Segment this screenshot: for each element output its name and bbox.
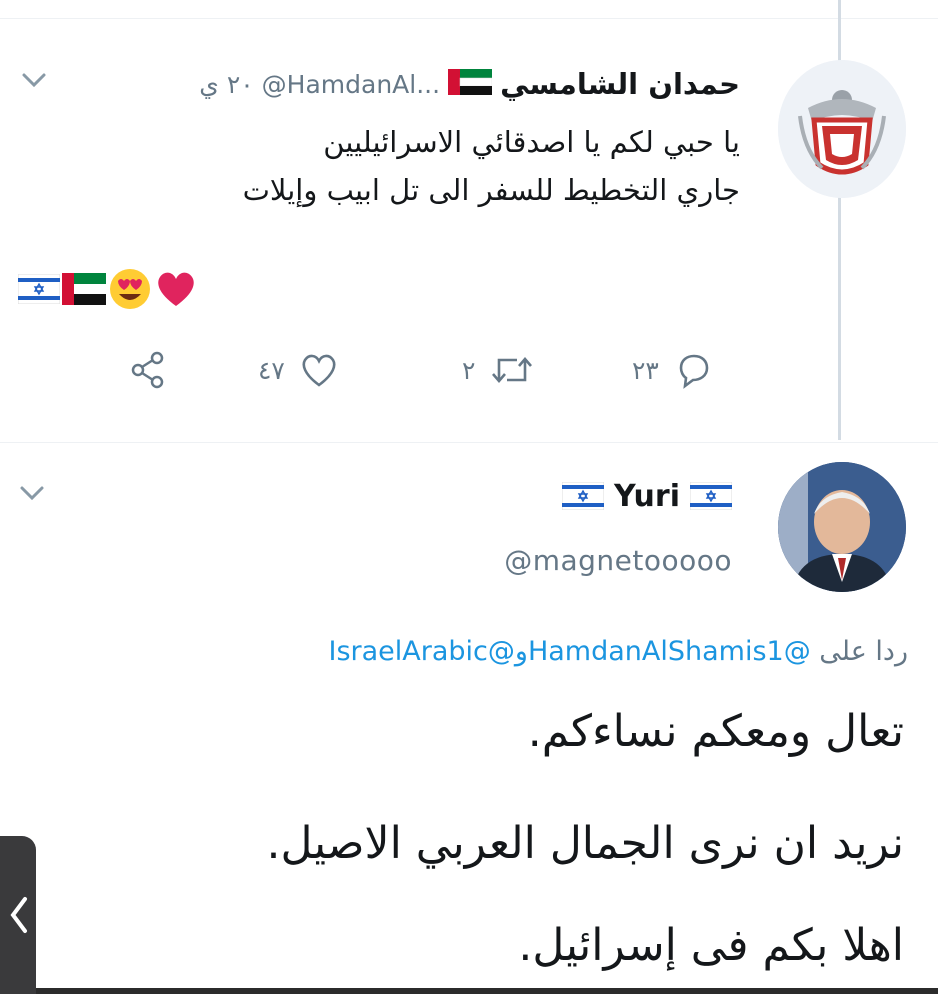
reply-button[interactable]: ٢٣ <box>632 348 713 392</box>
author-name[interactable]: Yuri <box>614 479 680 514</box>
reply-prefix: ردا على <box>819 636 908 667</box>
reply-joiner: و <box>514 636 528 667</box>
uae-flag-icon <box>62 273 106 305</box>
emblem-icon <box>778 60 906 198</box>
tweet-text-line: نريد ان نرى الجمال العربي الاصيل. <box>266 818 904 869</box>
like-button[interactable]: ٤٧ <box>258 348 339 392</box>
bottom-edge <box>36 988 938 994</box>
chevron-down-icon[interactable] <box>20 70 48 90</box>
author-handle[interactable]: @magnetooooo <box>504 544 732 577</box>
retweet-count: ٢ <box>462 355 476 385</box>
israel-flag-icon <box>18 274 60 304</box>
share-button[interactable] <box>130 348 166 392</box>
israel-flag-icon <box>690 482 732 510</box>
avatar[interactable] <box>778 462 906 592</box>
tweet-time[interactable]: ٢٠ ي <box>199 70 253 99</box>
author-name-row: Yuri <box>562 474 732 518</box>
retweet-icon <box>492 357 533 383</box>
tweet-header: حمدان الشامسي @HamdanAl... ٢٠ ي <box>199 62 740 106</box>
reply-bubble-icon <box>679 354 709 389</box>
mention-link[interactable]: @IsraelArabic <box>329 636 515 667</box>
previous-tweet-edge <box>0 0 938 19</box>
tweet-text-line: يا حبي لكم يا اصدقائي الاسرائيليين <box>323 125 740 159</box>
red-heart-icon <box>158 272 194 306</box>
chevron-down-icon[interactable] <box>18 483 46 503</box>
emoji-row <box>18 266 198 312</box>
tweet-text-line: تعال ومعكم نساءكم. <box>527 706 904 757</box>
chevron-left-icon <box>10 897 27 933</box>
heart-outline-icon <box>302 354 336 387</box>
back-arrow-button[interactable] <box>0 836 36 994</box>
retweet-button[interactable]: ٢ <box>462 348 535 392</box>
israel-flag-icon <box>562 482 605 510</box>
author-handle[interactable]: @HamdanAl... <box>262 70 440 99</box>
tweet-text-line: جاري التخطيط للسفر الى تل ابيب وإيلات <box>242 173 740 207</box>
avatar[interactable] <box>778 60 906 198</box>
like-count: ٤٧ <box>258 355 285 385</box>
tweet-actions: ٤٧ ٢ ٢٣ <box>0 348 938 392</box>
tweet-text-line: اهلا بكم فى إسرائيل. <box>518 920 904 971</box>
share-icon <box>131 351 164 389</box>
heart-eyes-icon <box>110 269 150 309</box>
mention-link[interactable]: @HamdanAlShamis1 <box>528 636 811 667</box>
uae-flag-icon <box>448 69 493 99</box>
divider <box>0 442 938 443</box>
profile-photo <box>778 462 906 592</box>
reply-count: ٢٣ <box>632 355 659 385</box>
replying-to: ردا على @HamdanAlShamis1و@IsraelArabic <box>329 636 909 676</box>
author-name[interactable]: حمدان الشامسي <box>500 67 740 101</box>
tweet-text: يا حبي لكم يا اصدقائي الاسرائيليين جاري … <box>140 118 740 214</box>
